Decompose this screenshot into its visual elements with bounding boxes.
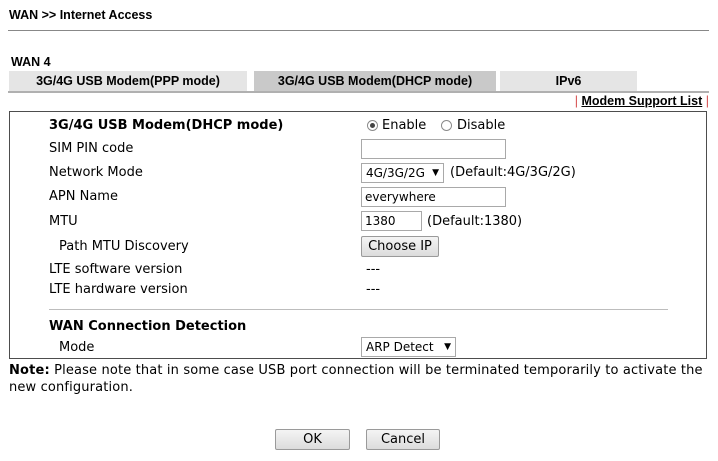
lte-hardware-value: ---	[366, 282, 381, 297]
section-title: WAN 4	[11, 55, 51, 69]
sim-pin-input[interactable]	[361, 139, 506, 159]
tab-underline	[8, 91, 709, 93]
tab-ipv6[interactable]: IPv6	[500, 71, 637, 91]
enable-radio[interactable]	[367, 120, 378, 131]
apn-name-label: APN Name	[49, 189, 118, 204]
lte-hardware-label: LTE hardware version	[49, 282, 188, 297]
detection-mode-select[interactable]: ARP Detect ▼	[361, 337, 456, 357]
disable-radio[interactable]	[441, 120, 452, 131]
separator-left: |	[574, 94, 578, 108]
lte-software-value: ---	[366, 262, 381, 277]
dropdown-arrow-icon: ▼	[444, 342, 451, 352]
network-mode-value: 4G/3G/2G	[366, 166, 425, 180]
ok-button[interactable]: OK	[275, 429, 350, 450]
network-mode-default: (Default:4G/3G/2G)	[450, 165, 576, 180]
header-divider	[8, 30, 709, 31]
note: Note: Please note that in some case USB …	[9, 362, 707, 396]
tab-ppp-mode[interactable]: 3G/4G USB Modem(PPP mode)	[9, 71, 247, 91]
section-divider	[49, 309, 668, 310]
modem-support-link-area: | Modem Support List |	[575, 94, 709, 108]
mtu-input[interactable]: 1380	[361, 211, 422, 231]
breadcrumb: WAN >> Internet Access	[9, 8, 153, 22]
enable-label: Enable	[382, 118, 427, 133]
tab-dhcp-mode[interactable]: 3G/4G USB Modem(DHCP mode)	[254, 71, 496, 91]
separator-right: |	[705, 94, 709, 108]
detection-heading: WAN Connection Detection	[49, 319, 247, 334]
mtu-label: MTU	[49, 214, 78, 229]
network-mode-label: Network Mode	[49, 165, 143, 180]
apn-name-input[interactable]: everywhere	[361, 187, 506, 207]
sim-pin-label: SIM PIN code	[49, 141, 134, 156]
path-mtu-label: Path MTU Discovery	[59, 239, 189, 254]
mode-label: Mode	[59, 340, 95, 355]
lte-software-label: LTE software version	[49, 262, 183, 277]
mtu-default: (Default:1380)	[427, 214, 523, 229]
dropdown-arrow-icon: ▼	[432, 168, 439, 178]
choose-ip-button[interactable]: Choose IP	[361, 236, 439, 257]
detection-mode-value: ARP Detect	[366, 340, 434, 354]
disable-label: Disable	[457, 118, 506, 133]
modem-support-list-link[interactable]: Modem Support List	[581, 94, 702, 108]
network-mode-select[interactable]: 4G/3G/2G ▼	[361, 163, 444, 183]
note-text: Please note that in some case USB port c…	[9, 363, 703, 395]
cancel-button[interactable]: Cancel	[366, 429, 440, 450]
note-prefix: Note:	[9, 363, 50, 378]
form-heading: 3G/4G USB Modem(DHCP mode)	[49, 118, 284, 133]
